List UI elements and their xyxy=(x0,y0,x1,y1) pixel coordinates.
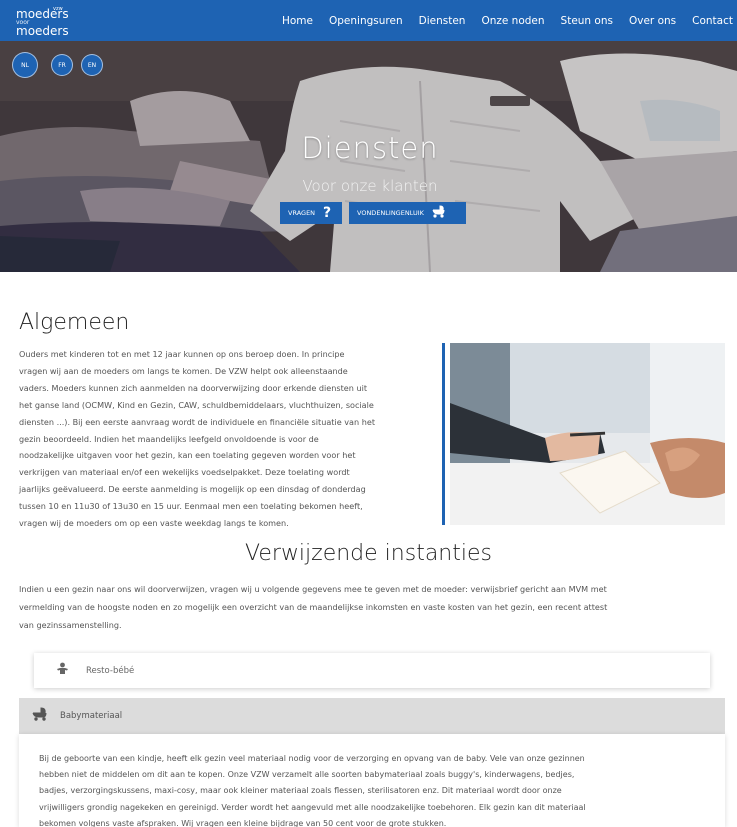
lang-nl-button[interactable]: NL xyxy=(12,52,38,78)
algemeen-paragraph: Ouders met kinderen tot en met 12 jaar k… xyxy=(19,346,437,532)
vragen-button-label: VRAGEN xyxy=(288,209,316,217)
nav-link-diensten[interactable]: Diensten xyxy=(419,15,466,27)
vragen-button[interactable]: VRAGEN ? xyxy=(280,202,342,224)
algemeen-line: diensten ...). Bij een eerste aanvraag w… xyxy=(19,416,375,427)
question-icon: ? xyxy=(323,205,332,221)
verwijzende-line: Indien u een gezin naar ons wil doorverw… xyxy=(19,584,607,594)
lang-en-button[interactable]: EN xyxy=(81,54,103,76)
accordion-resto-bebe[interactable]: Resto-bébé xyxy=(34,653,710,688)
logo-line3: moeders xyxy=(16,24,69,38)
babymateriaal-paragraph: Bij de geboorte van een kindje, heeft el… xyxy=(39,751,709,827)
babymateriaal-line: bekomen volgens vaste afspraken. Wij vra… xyxy=(39,818,447,827)
algemeen-line: vragen wij de moeders om op een vaste we… xyxy=(19,518,289,529)
vondelingenluik-button[interactable]: VONDENLINGENLUIK xyxy=(349,202,466,224)
accordion-babymateriaal-body: Bij de geboorte van een kindje, heeft el… xyxy=(19,734,725,827)
nav-link-steun-ons[interactable]: Steun ons xyxy=(561,15,613,27)
babymateriaal-line: Bij de geboorte van een kindje, heeft el… xyxy=(39,754,585,763)
site-logo[interactable]: moeders vzw voor moeders xyxy=(16,6,76,38)
babymateriaal-line: badjes, verzorgingskussens, maxi-cosy, m… xyxy=(39,786,562,796)
consultation-photo xyxy=(450,343,725,525)
stroller-icon xyxy=(32,707,50,725)
hero-banner: NL FR EN Diensten Voor onze klanten VRAG… xyxy=(0,41,737,272)
accordion-label: Babymateriaal xyxy=(60,711,123,721)
nav-link-over-ons[interactable]: Over ons xyxy=(629,15,676,27)
main-menu: Home Openingsuren Diensten Onze noden St… xyxy=(266,0,733,41)
verwijzende-line: van gezinssamenstelling. xyxy=(19,620,122,630)
babymateriaal-line: hebben niet de middelen om dit aan te ko… xyxy=(39,770,575,780)
babymateriaal-line: vrijwilligers grondig nagekeken en gerei… xyxy=(39,802,586,812)
verwijzende-paragraph: Indien u een gezin naar ons wil doorverw… xyxy=(19,580,719,634)
nav-link-home[interactable]: Home xyxy=(282,15,313,27)
top-navbar: moeders vzw voor moeders Home Openingsur… xyxy=(0,0,737,41)
nav-link-onze-noden[interactable]: Onze noden xyxy=(481,15,544,27)
algemeen-line: jaarlijks geëvalueerd. De eerste aanmeld… xyxy=(19,484,366,495)
hero-title: Diensten xyxy=(301,131,439,165)
algemeen-line: tussen 10 en 11u30 of 13u30 en 15 uur. E… xyxy=(19,501,363,512)
vondelingenluik-button-label: VONDENLINGENLUIK xyxy=(357,209,424,217)
algemeen-line: gezin beoordeeld. Indien het maandelijks… xyxy=(19,433,319,444)
stroller-icon xyxy=(432,205,446,221)
accordion-babymateriaal[interactable]: Babymateriaal xyxy=(19,698,725,734)
verwijzende-line: vermelding van de hoogste noden en zo mo… xyxy=(19,602,608,612)
baby-icon xyxy=(56,662,70,679)
hero-subtitle: Voor onze klanten xyxy=(302,177,438,195)
photo-accent-bar xyxy=(442,343,445,525)
logo-vzw: vzw xyxy=(53,6,63,12)
algemeen-line: verkrijgen van materiaal en/of een wekel… xyxy=(19,467,350,478)
lang-fr-button[interactable]: FR xyxy=(51,54,73,76)
algemeen-line: vaders. Moeders kunnen zich aanmelden na… xyxy=(19,382,367,393)
algemeen-line: Ouders met kinderen tot en met 12 jaar k… xyxy=(19,349,345,359)
algemeen-line: het ganse land (OCMW, Kind en Gezin, CAW… xyxy=(19,399,374,410)
verwijzende-heading: Verwijzende instanties xyxy=(245,541,492,566)
nav-link-openingsuren[interactable]: Openingsuren xyxy=(329,15,403,27)
accordion-label: Resto-bébé xyxy=(86,665,135,676)
nav-link-contact[interactable]: Contact xyxy=(692,15,733,27)
algemeen-heading: Algemeen xyxy=(19,310,130,335)
algemeen-line: vragen wij aan de moeders om langs te ko… xyxy=(19,365,348,376)
algemeen-line: noodzakelijke uitgaven voor het gezin, k… xyxy=(19,450,356,461)
